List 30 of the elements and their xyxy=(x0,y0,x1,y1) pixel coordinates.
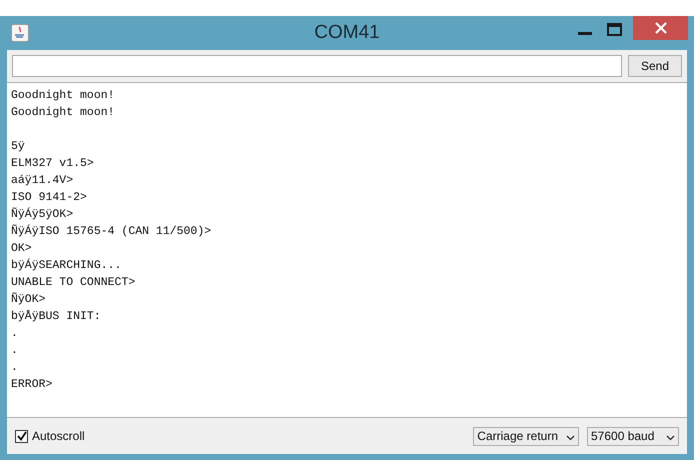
caret-icon xyxy=(566,435,575,441)
output-line: ÑÿÁÿISO 15765-4 (CAN 11/500)> xyxy=(11,224,212,240)
message-input[interactable] xyxy=(12,55,622,77)
output-line: . xyxy=(11,343,18,359)
autoscroll-label: Autoscroll xyxy=(32,428,85,445)
java-app-icon xyxy=(11,24,29,42)
output-line: ELM327 v1.5> xyxy=(11,156,94,172)
output-line: Goodnight moon! xyxy=(11,105,115,121)
output-line: UNABLE TO CONNECT> xyxy=(11,275,136,291)
output-line: 5ÿ xyxy=(11,139,25,155)
output-line: . xyxy=(11,326,18,342)
output-line: ERROR> xyxy=(11,377,52,393)
output-line: OK> xyxy=(11,241,32,257)
output-line: bÿÁÿSEARCHING... xyxy=(11,258,122,274)
close-button[interactable] xyxy=(633,16,688,40)
output-line: . xyxy=(11,360,18,376)
output-line: bÿÅÿBUS INIT: xyxy=(11,308,101,325)
output-line: aáÿ11.4V> xyxy=(11,173,74,189)
output-line: Goodnight moon! xyxy=(11,88,115,104)
output-line: ÑÿOK> xyxy=(11,292,46,308)
send-button[interactable]: Send xyxy=(628,55,682,77)
autoscroll-checkbox[interactable] xyxy=(15,430,28,442)
line-ending-dropdown[interactable]: Carriage return xyxy=(473,426,579,446)
output-line: ÑÿÁÿ5ÿOK> xyxy=(11,206,74,223)
checkmark-icon xyxy=(16,431,26,441)
close-icon xyxy=(654,22,666,34)
baud-rate-dropdown[interactable]: 57600 baud xyxy=(587,426,679,446)
window-title: COM41 xyxy=(314,20,380,45)
output-line: ISO 9141-2> xyxy=(11,190,87,206)
caret-icon xyxy=(666,435,675,441)
